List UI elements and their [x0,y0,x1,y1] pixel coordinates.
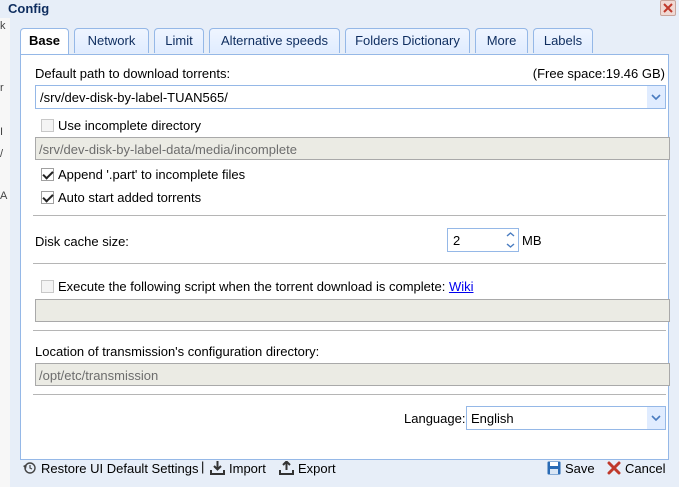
config-dir-field[interactable]: /opt/etc/transmission [35,363,670,386]
incomplete-path-field[interactable]: /srv/dev-disk-by-label-data/media/incomp… [35,137,670,160]
background-text: / [0,148,4,160]
language-select[interactable]: English [466,406,666,430]
save-icon [547,461,561,475]
export-button[interactable]: Export [279,459,336,477]
disk-cache-value: 2 [453,233,461,248]
tab-more[interactable]: More [475,28,528,53]
save-label: Save [565,460,595,476]
tab-labels[interactable]: Labels [533,28,593,53]
execute-script-checkbox[interactable] [41,280,54,293]
footer-separator: | [201,459,205,474]
cancel-label: Cancel [625,460,666,476]
chevron-down-icon [506,243,514,248]
divider [33,263,666,264]
import-button[interactable]: Import [210,459,266,477]
download-path-select[interactable]: /srv/dev-disk-by-label-TUAN565/ [35,85,666,109]
incomplete-path-value: /srv/dev-disk-by-label-data/media/incomp… [39,142,297,157]
background-text: r [0,82,4,94]
chevron-down-icon [651,94,661,100]
import-icon [210,461,225,475]
tab-base[interactable]: Base [20,28,69,55]
background-text: k [0,20,6,32]
script-path-field[interactable] [35,299,670,322]
config-dir-label: Location of transmission's configuration… [35,344,320,359]
background-text: I [0,126,4,138]
spinner-down-button[interactable] [502,240,518,251]
import-label: Import [229,460,266,476]
disk-cache-unit: MB [522,233,542,248]
restore-defaults-button[interactable]: Restore UI Default Settings [23,459,199,477]
execute-script-label: Execute the following script when the to… [58,279,474,294]
dropdown-button[interactable] [647,407,665,429]
spinner-up-button[interactable] [502,229,518,240]
use-incomplete-label: Use incomplete directory [58,118,202,133]
auto-start-label: Auto start added torrents [58,190,202,205]
language-value: English [471,411,514,426]
window-title: Config [8,1,50,16]
free-space-text: (Free space:19.46 GB) [532,66,665,81]
undo-icon [23,462,36,474]
close-button[interactable] [660,0,676,16]
divider [33,394,666,395]
disk-cache-spinner[interactable]: 2 [447,228,519,252]
tab-limit[interactable]: Limit [154,28,204,53]
divider [33,330,666,331]
config-panel: Base Network Limit Alternative speeds Fo… [10,18,679,487]
save-button[interactable]: Save [547,459,595,477]
disk-cache-label: Disk cache size: [35,234,129,249]
wiki-link[interactable]: Wiki [449,279,474,294]
language-label: Language: [404,411,466,426]
auto-start-checkbox[interactable] [41,191,54,204]
config-dir-value: /opt/etc/transmission [39,368,159,383]
chevron-up-icon [506,232,514,237]
cancel-button[interactable]: Cancel [607,459,665,477]
background-page-strip: k r I / A [0,18,10,487]
base-tab-content: Default path to download torrents: (Free… [20,54,670,460]
tab-alternative-speeds[interactable]: Alternative speeds [209,28,340,53]
append-part-checkbox[interactable] [41,168,54,181]
divider [33,215,666,216]
append-part-label: Append '.part' to incomplete files [58,167,246,182]
use-incomplete-checkbox[interactable] [41,119,54,132]
export-label: Export [298,460,336,476]
config-window: k r I / A Config Base Network Limit Alte… [0,0,679,487]
download-path-label: Default path to download torrents: [35,66,231,81]
background-text: A [0,190,8,202]
tab-folders-dictionary[interactable]: Folders Dictionary [345,28,470,53]
title-bar: Config [0,0,679,18]
execute-script-text: Execute the following script when the to… [58,279,446,294]
dropdown-button[interactable] [647,86,665,108]
tab-network[interactable]: Network [74,28,149,53]
download-path-value: /srv/dev-disk-by-label-TUAN565/ [40,90,228,105]
chevron-down-icon [651,415,661,421]
export-icon [279,461,294,475]
cancel-icon [607,461,621,475]
restore-defaults-label: Restore UI Default Settings [41,460,199,476]
close-icon [663,3,673,13]
